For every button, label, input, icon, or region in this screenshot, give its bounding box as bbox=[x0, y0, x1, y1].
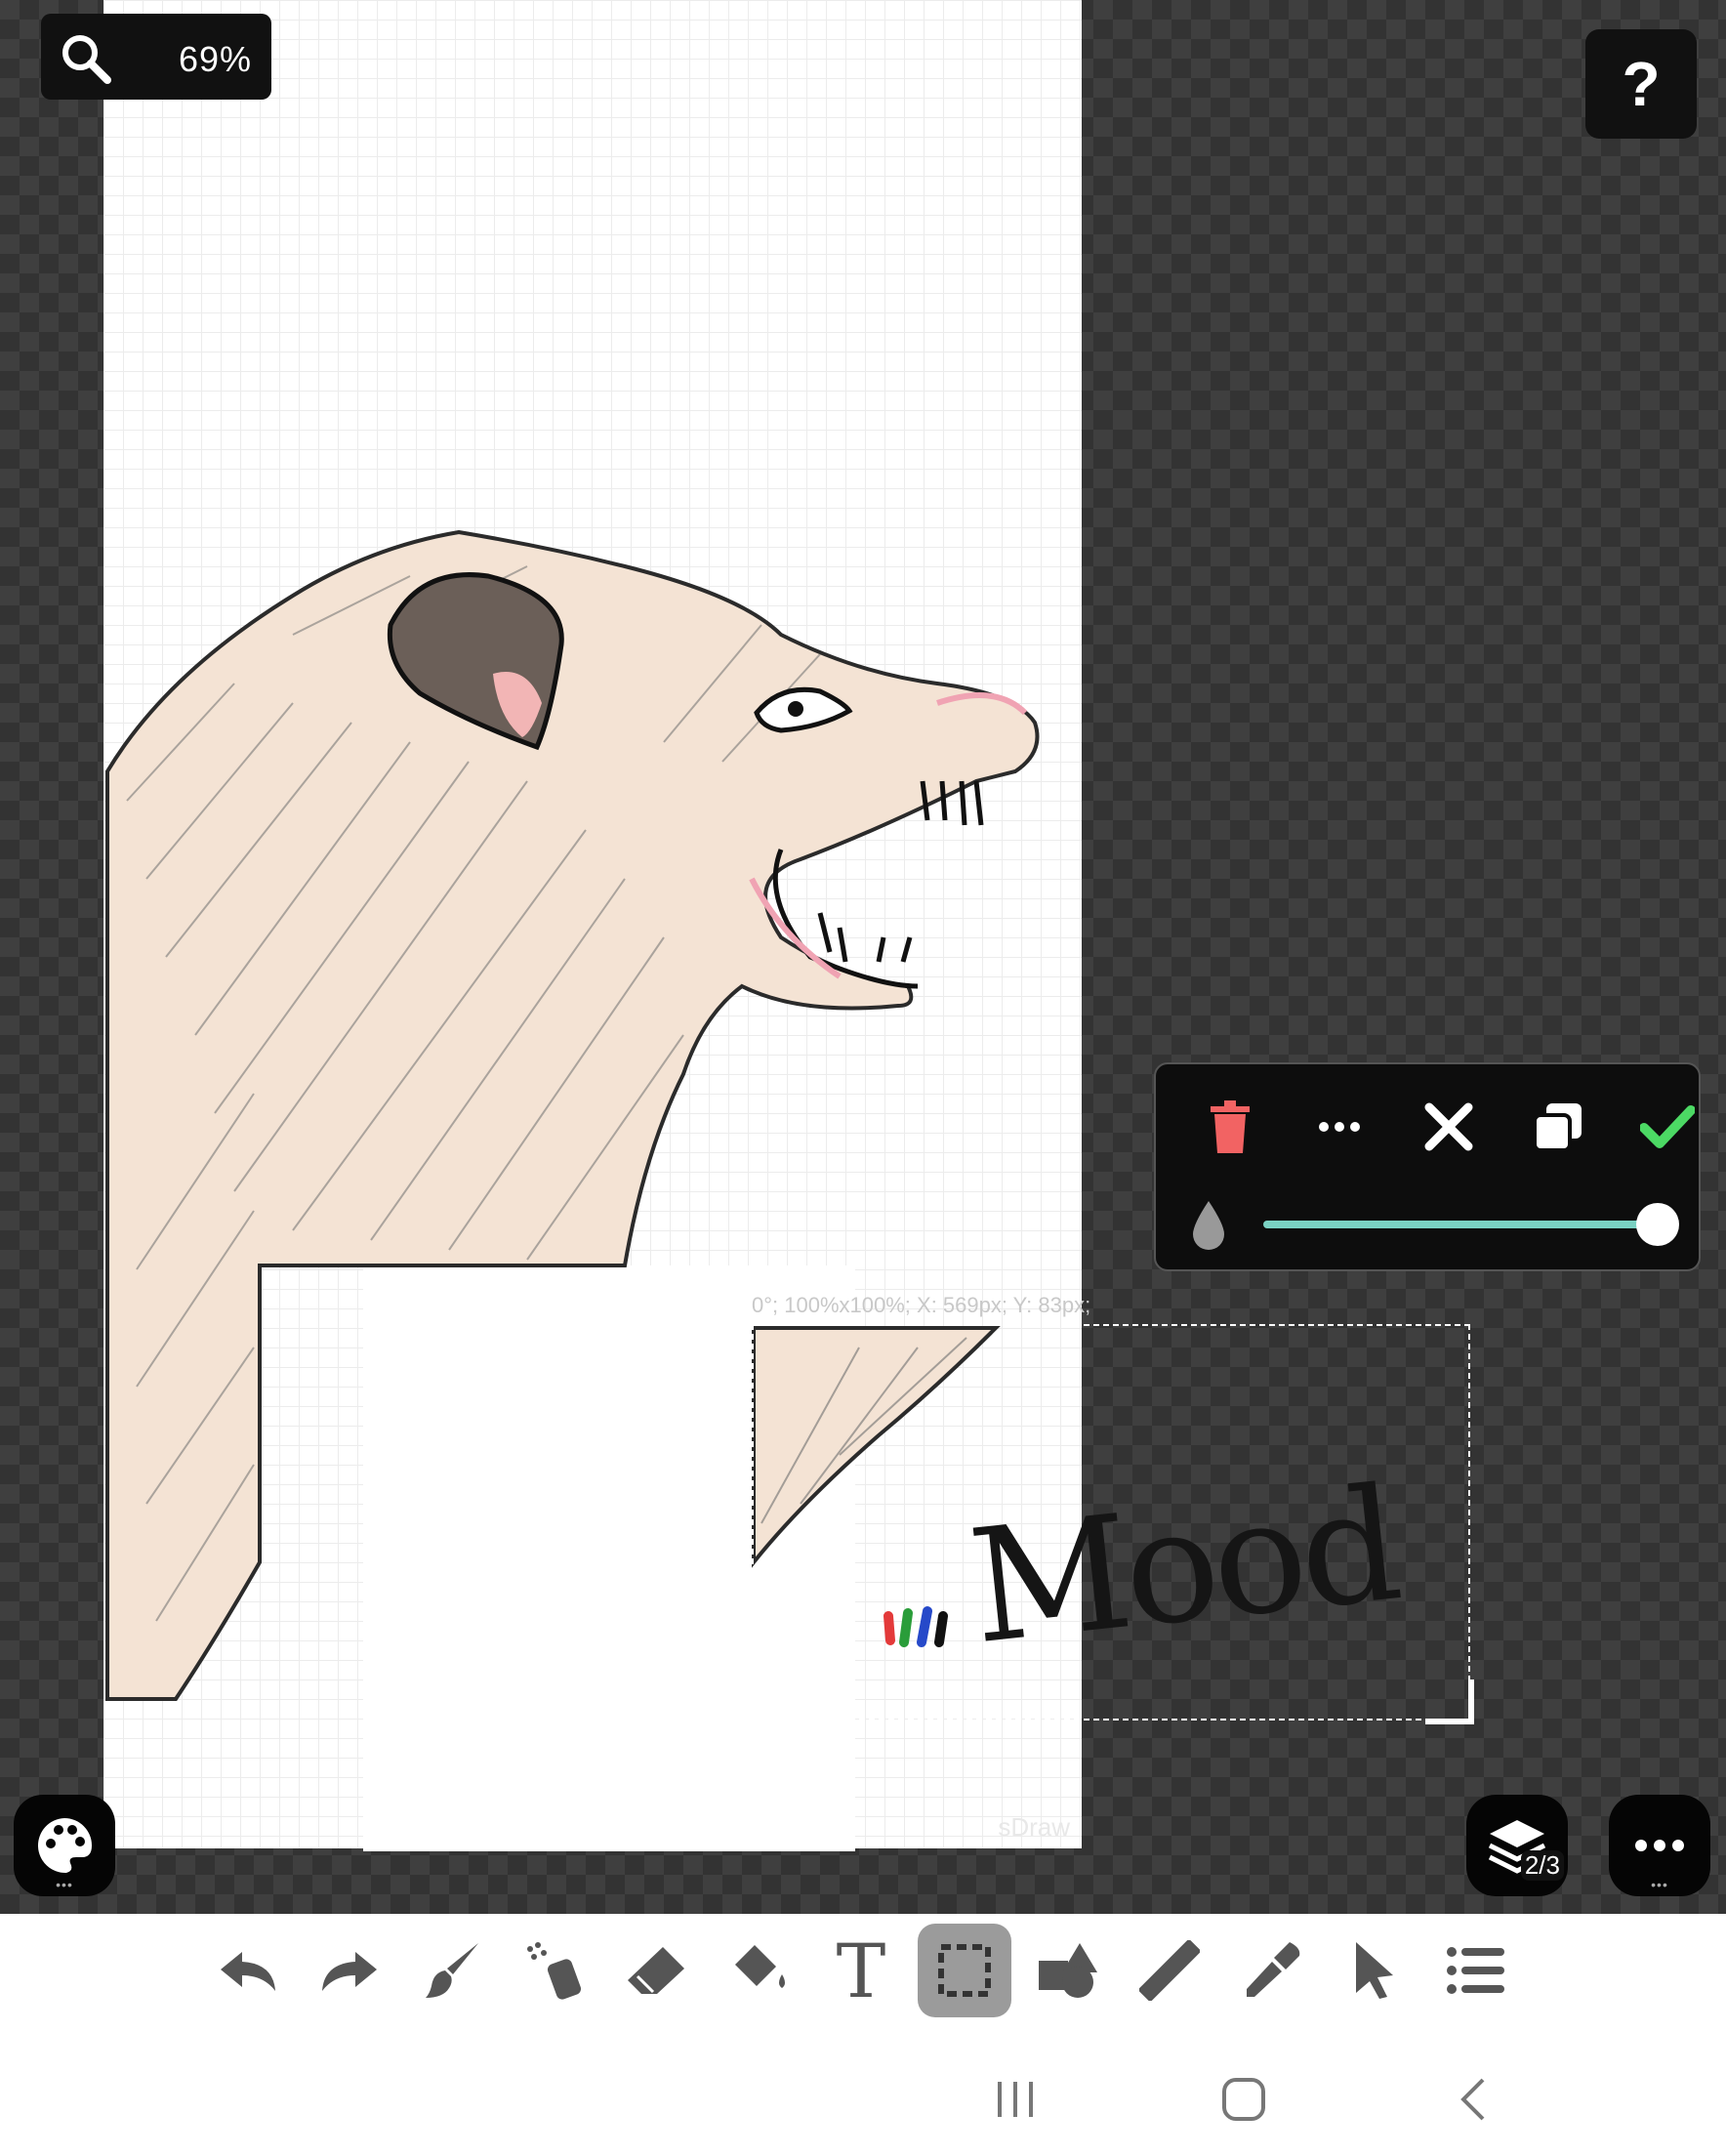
brush-tool[interactable] bbox=[406, 1924, 500, 2017]
list-button[interactable] bbox=[1429, 1924, 1523, 2017]
drop-icon bbox=[1193, 1201, 1224, 1250]
duplicate-icon bbox=[1533, 1103, 1582, 1152]
check-icon bbox=[1640, 1105, 1695, 1148]
confirm-button[interactable] bbox=[1628, 1088, 1706, 1166]
home-icon bbox=[1222, 2078, 1265, 2121]
tool-bar: T bbox=[0, 1914, 1726, 2031]
more-icon bbox=[1319, 1122, 1360, 1132]
palette-icon bbox=[37, 1818, 92, 1874]
spray-tool[interactable] bbox=[508, 1924, 601, 2017]
text-tool-icon: T bbox=[836, 1927, 886, 2014]
recents-button[interactable] bbox=[976, 2060, 1054, 2138]
help-button[interactable]: ? bbox=[1585, 29, 1697, 139]
selection-toolbar bbox=[1154, 1062, 1701, 1271]
shapes-tool[interactable] bbox=[1021, 1924, 1115, 2017]
text-tool[interactable]: T bbox=[814, 1924, 908, 2017]
fill-tool[interactable] bbox=[713, 1924, 806, 2017]
eyedropper-icon bbox=[1247, 1942, 1300, 1997]
delete-button[interactable] bbox=[1191, 1088, 1269, 1166]
select-tool[interactable] bbox=[918, 1924, 1011, 2017]
brush-icon bbox=[426, 1943, 478, 1998]
ruler-icon bbox=[1139, 1940, 1200, 2001]
pointer-icon bbox=[1356, 1942, 1393, 1999]
pointer-tool[interactable] bbox=[1328, 1924, 1421, 2017]
resize-handle[interactable] bbox=[1425, 1679, 1474, 1724]
more-menu-button[interactable]: ••• bbox=[1609, 1795, 1710, 1896]
select-rect-icon bbox=[938, 1944, 991, 1997]
workspace[interactable]: sDraw Mood 0°; 100%x100%; X: 569px; Y: 8… bbox=[0, 0, 1726, 1914]
trash-icon bbox=[1211, 1100, 1250, 1153]
undo-button[interactable] bbox=[201, 1924, 295, 2017]
eraser-icon bbox=[628, 1947, 684, 1994]
selection-info: 0°; 100%x100%; X: 569px; Y: 83px; bbox=[752, 1293, 1091, 1317]
opacity-slider-track[interactable] bbox=[1263, 1221, 1658, 1228]
layers-button[interactable]: 2/3 bbox=[1466, 1795, 1568, 1896]
recents-icon bbox=[998, 2082, 1033, 2117]
magnifier-icon bbox=[62, 35, 111, 84]
duplicate-button[interactable] bbox=[1519, 1088, 1597, 1166]
home-button[interactable] bbox=[1205, 2060, 1283, 2138]
redo-button[interactable] bbox=[303, 1924, 396, 2017]
layer-count: 2/3 bbox=[1520, 1850, 1564, 1881]
ruler-tool[interactable] bbox=[1123, 1924, 1216, 2017]
redo-icon bbox=[322, 1952, 377, 1991]
help-icon: ? bbox=[1622, 49, 1661, 119]
selection-box[interactable] bbox=[752, 1324, 1470, 1721]
system-nav-bar bbox=[0, 2031, 1726, 2156]
more-options-button[interactable] bbox=[1300, 1088, 1378, 1166]
eyedropper-tool[interactable] bbox=[1226, 1924, 1320, 2017]
shapes-icon bbox=[1039, 1943, 1097, 1998]
zoom-indicator[interactable]: 69% bbox=[41, 14, 271, 100]
palette-button[interactable]: ••• bbox=[14, 1795, 115, 1896]
eraser-tool[interactable] bbox=[609, 1924, 703, 2017]
cancel-selection-button[interactable] bbox=[1410, 1088, 1488, 1166]
close-icon bbox=[1424, 1102, 1473, 1151]
spray-icon bbox=[527, 1942, 582, 2000]
opacity-control bbox=[1181, 1195, 1679, 1254]
list-icon bbox=[1447, 1947, 1504, 1994]
opacity-slider-thumb[interactable] bbox=[1636, 1203, 1679, 1246]
undo-icon bbox=[221, 1952, 275, 1991]
fill-bucket-icon bbox=[735, 1945, 785, 1988]
more-icon bbox=[1635, 1840, 1684, 1851]
zoom-level: 69% bbox=[178, 39, 252, 79]
back-icon bbox=[1460, 2078, 1485, 2121]
back-button[interactable] bbox=[1433, 2060, 1511, 2138]
